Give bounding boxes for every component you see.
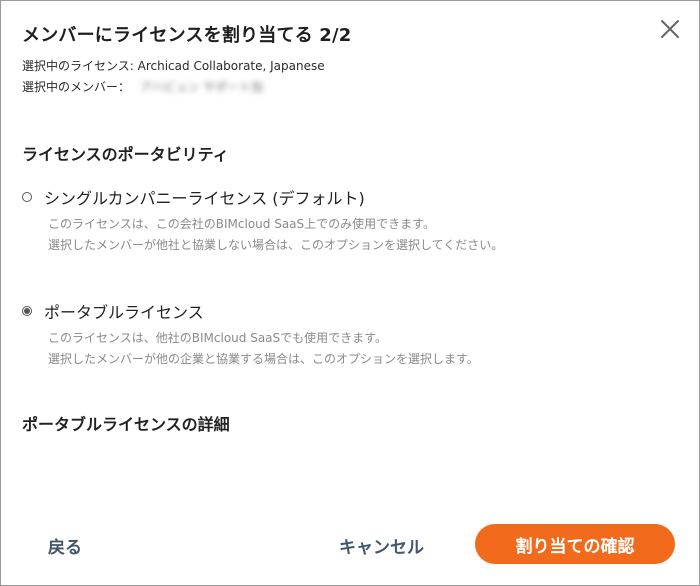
option-portable-license[interactable]: ポータブルライセンス [22, 299, 204, 323]
selected-member-value: アハビュン サポート加 [139, 80, 264, 94]
dialog-title: メンバーにライセンスを割り当てる 2/2 [22, 25, 352, 46]
close-button[interactable] [658, 17, 682, 41]
selected-license-label: 選択中のライセンス: [22, 59, 134, 73]
close-icon [661, 20, 679, 38]
single-company-label: シングルカンパニーライセンス (デフォルト) [44, 189, 365, 208]
single-company-desc-line2: 選択したメンバーが他社と協業しない場合は、このオプションを選択してください。 [48, 238, 504, 252]
selected-member-row: 選択中のメンバー： アハビュン サポート加 [22, 78, 263, 95]
selected-member-label: 選択中のメンバー： [22, 80, 131, 94]
selected-license-row: 選択中のライセンス: Archicad Collaborate, Japanes… [22, 57, 325, 74]
selected-license-value: Archicad Collaborate, Japanese [137, 59, 325, 73]
single-company-desc-line1: このライセンスは、この会社のBIMcloud SaaS上でのみ使用できます。 [48, 217, 435, 231]
portable-license-details-heading: ポータブルライセンスの詳細 [22, 415, 230, 434]
portable-license-label: ポータブルライセンス [44, 303, 204, 322]
option-single-company-license[interactable]: シングルカンパニーライセンス (デフォルト) [22, 185, 365, 209]
single-company-description: このライセンスは、この会社のBIMcloud SaaS上でのみ使用できます。 選… [48, 214, 503, 256]
portable-license-desc-line1: このライセンスは、他社のBIMcloud SaaSでも使用できます。 [48, 331, 387, 345]
single-company-radio[interactable] [22, 192, 32, 202]
confirm-assignment-button[interactable]: 割り当ての確認 [475, 524, 675, 564]
cancel-button[interactable]: キャンセル [339, 533, 424, 558]
portable-license-radio[interactable] [22, 306, 32, 316]
portable-license-desc-line2: 選択したメンバーが他の企業と協業する場合は、このオプションを選択します。 [48, 352, 479, 366]
assign-license-dialog: メンバーにライセンスを割り当てる 2/2 選択中のライセンス: Archicad… [0, 0, 700, 586]
back-button[interactable]: 戻る [48, 533, 82, 558]
portability-heading: ライセンスのポータビリティ [22, 145, 229, 164]
portable-license-description: このライセンスは、他社のBIMcloud SaaSでも使用できます。 選択したメ… [48, 328, 479, 370]
